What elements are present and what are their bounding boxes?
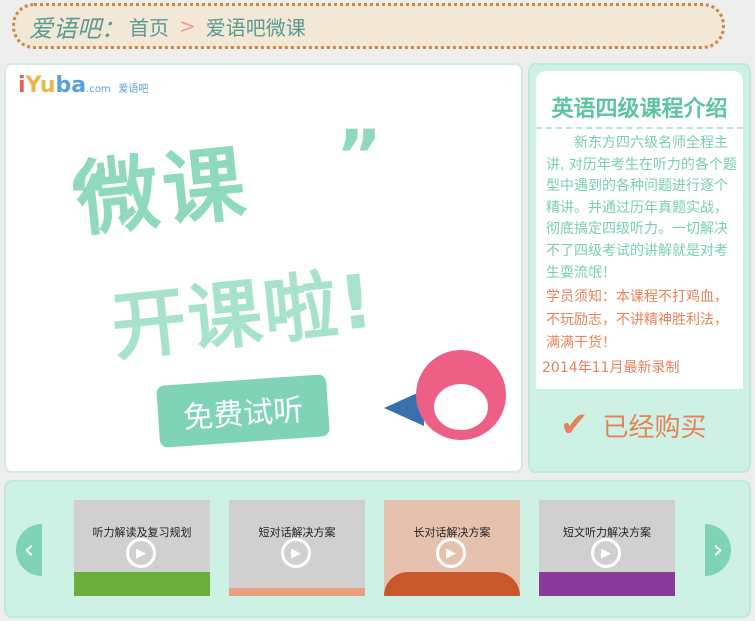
purchased-label: 已经购买 [602, 412, 707, 443]
lesson-carousel: ‹ 听力解读及复习规划 ▶ 短对话解决方案 ▶ 长对话解决方案 ▶ 短文听力解决… [4, 480, 751, 618]
play-icon[interactable]: ▶ [591, 538, 621, 568]
course-notice: 学员须知：本课程不打鸡血，不玩励志，不讲精神胜利法，满满干货！ [546, 289, 728, 352]
lesson-thumbnail[interactable]: 短对话解决方案 ▶ [229, 500, 365, 596]
play-icon[interactable]: ▶ [126, 538, 156, 568]
course-title: 英语四级课程介绍 [536, 71, 743, 129]
site-logo-text: 爱语吧： [29, 14, 125, 43]
lesson-thumbnail[interactable]: 听力解读及复习规划 ▶ [74, 500, 210, 596]
mascot-image [416, 350, 506, 440]
banner-headline: 微课 [72, 136, 254, 249]
course-banner: iYuba.com 爱语吧 “ ” 微课 开课啦! 免费试听 [4, 63, 523, 473]
thumbnail-art [74, 572, 210, 596]
quote-close-icon: ” [336, 115, 383, 197]
play-icon[interactable]: ▶ [436, 538, 466, 568]
thumbnail-art [384, 572, 520, 596]
breadcrumb: 爱语吧： 首页 > 爱语吧微课 [12, 3, 725, 49]
play-icon[interactable]: ▶ [281, 538, 311, 568]
lesson-thumbnail[interactable]: 长对话解决方案 ▶ [384, 500, 520, 596]
breadcrumb-separator: > [179, 14, 196, 38]
thumbnail-art [229, 588, 365, 596]
free-trial-button[interactable]: 免费试听 [156, 374, 330, 448]
prev-arrow-button[interactable]: ‹ [16, 524, 42, 576]
breadcrumb-home[interactable]: 首页 [129, 12, 169, 41]
breadcrumb-current[interactable]: 爱语吧微课 [206, 12, 306, 41]
banner-subheadline: 开课啦! [107, 258, 380, 372]
iyuba-logo: iYuba.com 爱语吧 [18, 73, 149, 98]
lesson-thumbnail[interactable]: 短文听力解决方案 ▶ [539, 500, 675, 596]
purchased-button[interactable]: ✔ 已经购买 [560, 405, 707, 445]
course-date: 2014年11月最新录制 [542, 360, 680, 377]
course-info-panel: 英语四级课程介绍 新东方四六级名师全程主讲, 对历年考生在听力的各个题型中遇到的… [528, 63, 751, 473]
thumbnail-art [539, 572, 675, 596]
next-arrow-button[interactable]: › [705, 524, 731, 576]
checkmark-icon: ✔ [560, 405, 589, 445]
course-intro: 新东方四六级名师全程主讲, 对历年考生在听力的各个题型中遇到的各种问题进行逐个精… [546, 135, 737, 281]
